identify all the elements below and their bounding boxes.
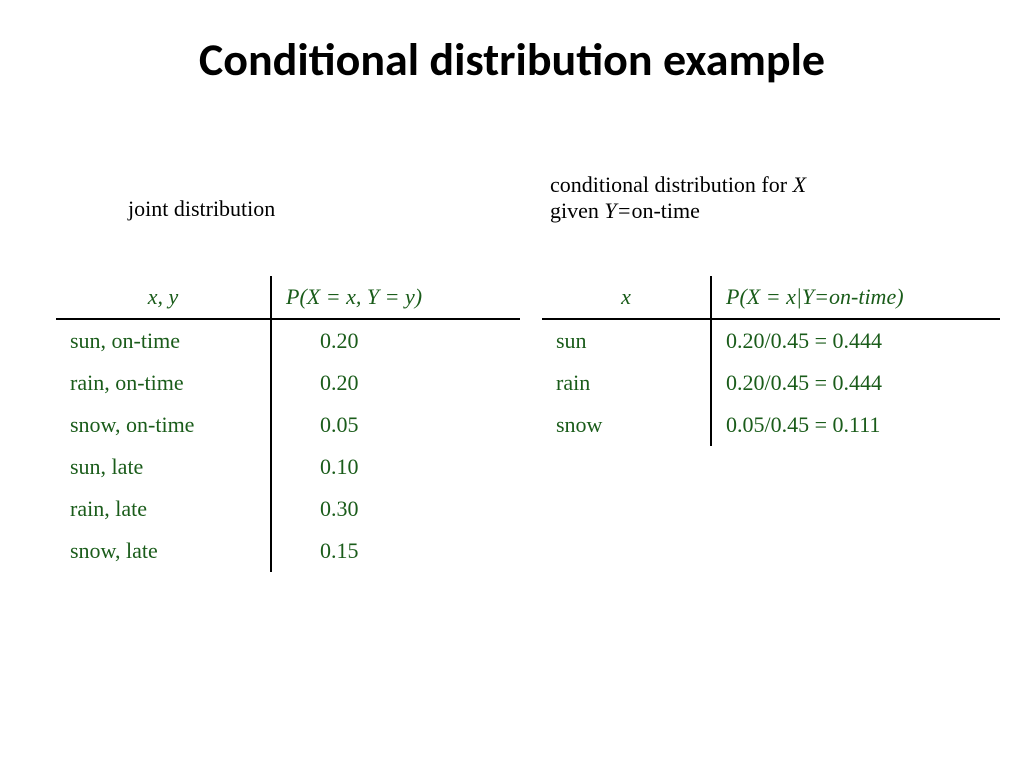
cond-head-x: x <box>542 276 711 319</box>
table-row: sun0.20/0.45 = 0.444 <box>542 319 1000 362</box>
joint-value: 0.05 <box>271 404 520 446</box>
joint-value: 0.30 <box>271 488 520 530</box>
joint-head-p: P(X = x, Y = y) <box>271 276 520 319</box>
joint-label: snow, on-time <box>56 404 271 446</box>
cond-head-p: P(X = x|Y=on-time) <box>711 276 1000 319</box>
table-row: rain0.20/0.45 = 0.444 <box>542 362 1000 404</box>
conditional-header-row: x P(X = x|Y=on-time) <box>542 276 1000 319</box>
cond-label: rain <box>542 362 711 404</box>
joint-value: 0.20 <box>271 362 520 404</box>
joint-label: rain, on-time <box>56 362 271 404</box>
joint-head-xy: x, y <box>56 276 271 319</box>
joint-label: rain, late <box>56 488 271 530</box>
table-row: snow, late0.15 <box>56 530 520 572</box>
table-row: sun, on-time0.20 <box>56 319 520 362</box>
cond-label: snow <box>542 404 711 446</box>
joint-value: 0.15 <box>271 530 520 572</box>
joint-label: sun, on-time <box>56 319 271 362</box>
slide: Conditional distribution example joint d… <box>0 0 1024 768</box>
joint-caption: joint distribution <box>128 196 275 222</box>
joint-header-row: x, y P(X = x, Y = y) <box>56 276 520 319</box>
conditional-caption: conditional distribution for Xgiven Y=on… <box>550 172 930 224</box>
joint-label: snow, late <box>56 530 271 572</box>
table-row: rain, late0.30 <box>56 488 520 530</box>
joint-table: x, y P(X = x, Y = y) sun, on-time0.20 ra… <box>56 276 520 572</box>
joint-value: 0.10 <box>271 446 520 488</box>
table-row: snow, on-time0.05 <box>56 404 520 446</box>
cond-value: 0.05/0.45 = 0.111 <box>711 404 1000 446</box>
cond-value: 0.20/0.45 = 0.444 <box>711 319 1000 362</box>
cond-label: sun <box>542 319 711 362</box>
cond-value: 0.20/0.45 = 0.444 <box>711 362 1000 404</box>
conditional-table: x P(X = x|Y=on-time) sun0.20/0.45 = 0.44… <box>542 276 1000 446</box>
joint-value: 0.20 <box>271 319 520 362</box>
table-row: snow0.05/0.45 = 0.111 <box>542 404 1000 446</box>
joint-label: sun, late <box>56 446 271 488</box>
table-row: sun, late0.10 <box>56 446 520 488</box>
table-row: rain, on-time0.20 <box>56 362 520 404</box>
page-title: Conditional distribution example <box>0 32 1024 88</box>
